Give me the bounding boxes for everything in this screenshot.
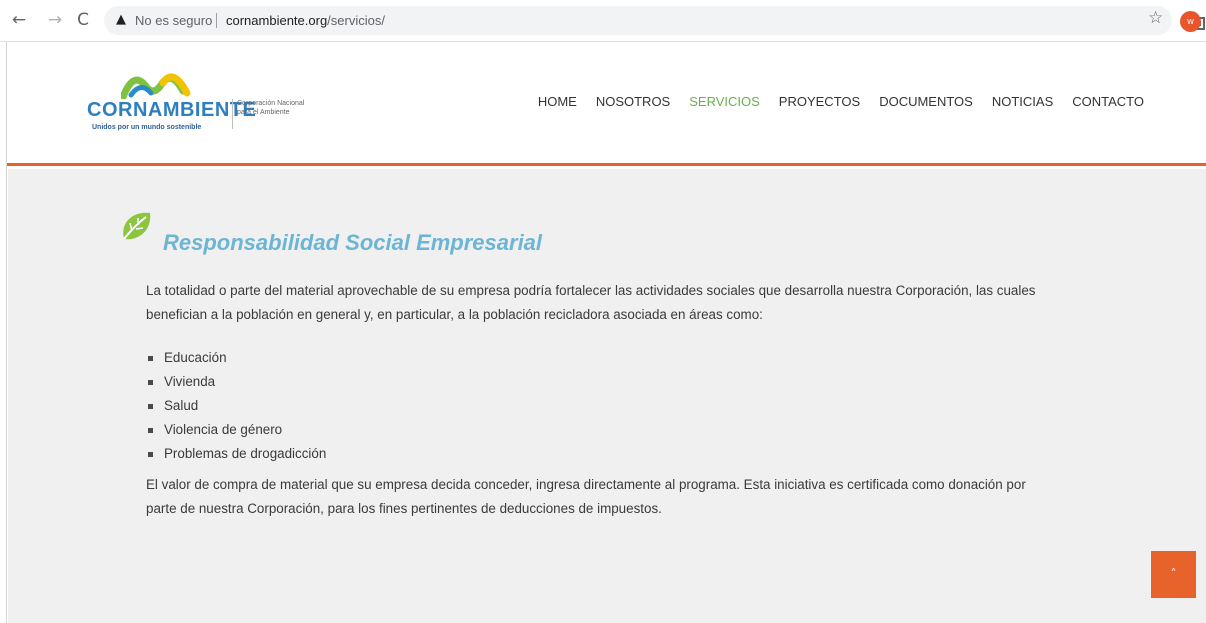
list-item: Educación xyxy=(148,346,326,370)
reload-icon[interactable]: C xyxy=(72,9,94,31)
warning-icon[interactable]: ▲ xyxy=(116,12,126,27)
browser-toolbar: ← → C ▲ No es seguro cornambiente.org/se… xyxy=(0,0,1206,42)
logo-divider xyxy=(232,99,233,129)
bookmark-star-icon[interactable]: ☆ xyxy=(1148,8,1163,28)
profile-avatar[interactable]: w xyxy=(1180,11,1201,32)
logo-tagline: Unidos por un mundo sostenible xyxy=(92,124,202,131)
address-bar[interactable]: ▲ No es seguro cornambiente.org/servicio… xyxy=(104,6,1205,35)
nav-nosotros[interactable]: NOSOTROS xyxy=(596,94,670,109)
back-icon[interactable]: ← xyxy=(8,9,30,31)
nav-servicios[interactable]: SERVICIOS xyxy=(689,94,760,109)
areas-list: Educación Vivienda Salud Violencia de gé… xyxy=(148,346,326,466)
nav-contacto[interactable]: CONTACTO xyxy=(1072,94,1144,109)
logo-wordmark: CORNAMBIENTE xyxy=(87,99,257,121)
list-item: Violencia de género xyxy=(148,418,326,442)
site-header: CORNAMBIENTE Unidos por un mundo sosteni… xyxy=(7,42,1206,166)
list-item: Vivienda xyxy=(148,370,326,394)
main-nav: HOME NOSOTROS SERVICIOS PROYECTOS DOCUME… xyxy=(538,94,1144,109)
nav-home[interactable]: HOME xyxy=(538,94,577,109)
url-path: /servicios/ xyxy=(327,13,385,28)
nav-noticias[interactable]: NOTICIAS xyxy=(992,94,1053,109)
leaf-icon xyxy=(123,212,151,240)
logo-mountains-icon xyxy=(121,73,191,99)
nav-proyectos[interactable]: PROYECTOS xyxy=(779,94,860,109)
closing-paragraph: El valor de compra de material que su em… xyxy=(146,477,1026,516)
logo-side-text: Corporación Nacional para el Ambiente xyxy=(237,100,305,116)
list-item: Salud xyxy=(148,394,326,418)
page-edge xyxy=(0,42,7,623)
nav-documentos[interactable]: DOCUMENTOS xyxy=(879,94,973,109)
forward-icon[interactable]: → xyxy=(44,9,66,31)
list-item: Problemas de drogadicción xyxy=(148,442,326,466)
divider xyxy=(216,13,217,28)
intro-paragraph: La totalidad o parte del material aprove… xyxy=(146,283,1036,322)
page-title: Responsabilidad Social Empresarial xyxy=(163,230,543,255)
scroll-to-top-button[interactable]: ˄ xyxy=(1151,551,1196,598)
url-text[interactable]: cornambiente.org/servicios/ xyxy=(226,13,385,28)
security-label[interactable]: No es seguro xyxy=(135,13,212,28)
url-host: cornambiente.org xyxy=(226,13,328,28)
main-content: Responsabilidad Social Empresarial La to… xyxy=(8,169,1206,623)
site-logo[interactable]: CORNAMBIENTE Unidos por un mundo sosteni… xyxy=(87,69,307,139)
